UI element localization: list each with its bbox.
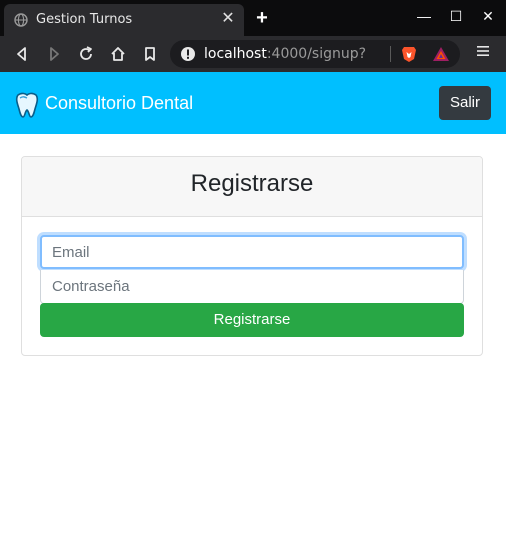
url-text[interactable]: localhost:4000/signup? bbox=[204, 46, 366, 62]
tooth-logo-icon bbox=[15, 92, 39, 118]
url-separator bbox=[390, 46, 391, 62]
url-host: localhost bbox=[204, 46, 267, 62]
tab-title: Gestion Turnos bbox=[36, 12, 133, 27]
address-bar[interactable]: localhost:4000/signup? bbox=[170, 40, 460, 68]
email-field[interactable] bbox=[40, 235, 464, 269]
globe-icon bbox=[14, 13, 28, 27]
bat-rewards-icon[interactable] bbox=[432, 46, 450, 62]
info-icon[interactable] bbox=[180, 46, 196, 62]
app-navbar: Consultorio Dental Salir bbox=[0, 72, 506, 134]
minimize-icon[interactable]: — bbox=[414, 6, 434, 26]
password-field[interactable] bbox=[40, 270, 464, 304]
close-window-icon[interactable]: ✕ bbox=[478, 6, 498, 26]
signup-submit-button[interactable]: Registrarse bbox=[40, 303, 464, 337]
reload-icon[interactable] bbox=[76, 44, 96, 64]
forward-icon[interactable] bbox=[44, 44, 64, 64]
logout-button[interactable]: Salir bbox=[439, 86, 491, 120]
brand-name[interactable]: Consultorio Dental bbox=[45, 93, 193, 114]
browser-toolbar: localhost:4000/signup? bbox=[0, 36, 506, 72]
home-icon[interactable] bbox=[108, 44, 128, 64]
bookmark-icon[interactable] bbox=[140, 44, 160, 64]
card-header: Registrarse bbox=[22, 157, 482, 217]
tab-close-icon[interactable]: ✕ bbox=[220, 11, 236, 27]
brave-shield-icon[interactable] bbox=[400, 45, 418, 63]
url-path: :4000/signup? bbox=[266, 46, 367, 62]
maximize-icon[interactable]: ☐ bbox=[446, 6, 466, 26]
browser-tab-bar: Gestion Turnos ✕ + — ☐ ✕ bbox=[0, 0, 506, 36]
new-tab-button[interactable]: + bbox=[252, 8, 272, 28]
page-title: Registrarse bbox=[190, 170, 314, 197]
signup-card: Registrarse Registrarse bbox=[21, 156, 483, 356]
menu-icon[interactable] bbox=[476, 44, 490, 58]
browser-tab[interactable]: Gestion Turnos ✕ bbox=[4, 4, 244, 36]
back-icon[interactable] bbox=[12, 44, 32, 64]
